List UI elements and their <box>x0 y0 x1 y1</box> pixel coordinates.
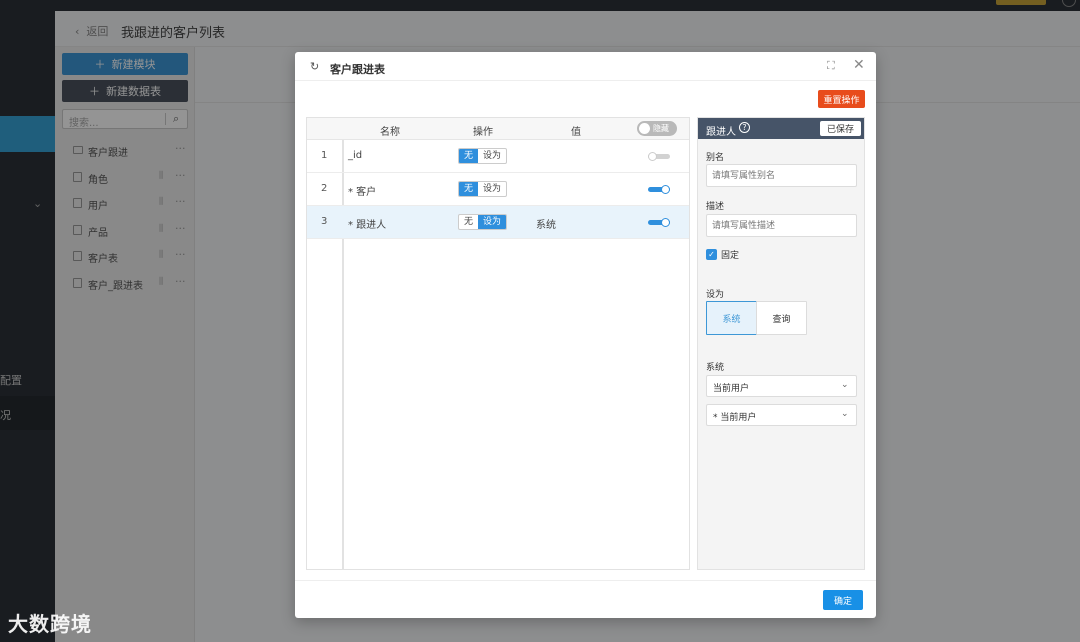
row-index: 3 <box>321 216 328 227</box>
fixed-checkbox-label: 固定 <box>721 251 740 261</box>
column-header-name: 名称 <box>380 127 400 138</box>
row-visibility-toggle[interactable] <box>648 218 670 227</box>
option-set[interactable]: 设为 <box>478 215 507 229</box>
column-header-action: 操作 <box>473 127 493 138</box>
set-as-query-button[interactable]: 查询 <box>756 301 807 335</box>
system-select-value: 当前用户 <box>713 384 750 394</box>
fields-table: 名称 操作 值 隐藏 1 _id 无 设为 2 * 客户 无 设为 3 * 跟进… <box>306 117 690 570</box>
dialog-title: 客户跟进表 <box>330 63 385 76</box>
row-name: * 跟进人 <box>348 220 387 231</box>
toggle-knob <box>648 152 657 161</box>
row-name: _id <box>348 150 363 161</box>
hide-toggle-label: 隐藏 <box>653 124 669 133</box>
refresh-icon[interactable]: ↻ <box>310 60 319 73</box>
action-segmented-control: 无 设为 <box>458 181 508 197</box>
row-visibility-toggle[interactable] <box>648 185 670 194</box>
action-segmented-control: 无 设为 <box>458 148 508 164</box>
system-label: 系统 <box>706 363 725 373</box>
system-value-select[interactable]: * 当前用户 ⌄ <box>706 404 857 426</box>
toggle-knob <box>661 185 670 194</box>
saved-button[interactable]: 已保存 <box>820 121 861 136</box>
table-config-dialog: ↻ 客户跟进表 ⛶ ✕ 重置操作 名称 操作 值 隐藏 1 _id 无 设为 2… <box>295 52 876 618</box>
table-header: 名称 操作 值 隐藏 <box>307 118 689 140</box>
alias-input[interactable] <box>706 164 857 187</box>
reset-operation-button[interactable]: 重置操作 <box>818 90 865 108</box>
property-title: 跟进人 <box>706 127 736 138</box>
help-icon[interactable]: ? <box>739 122 750 133</box>
column-header-value: 值 <box>571 127 581 138</box>
fullscreen-icon[interactable]: ⛶ <box>827 59 835 73</box>
option-none[interactable]: 无 <box>459 149 479 163</box>
row-value: 系统 <box>536 220 556 231</box>
option-none[interactable]: 无 <box>459 182 479 196</box>
action-segmented-control: 无 设为 <box>458 214 508 230</box>
fixed-checkbox[interactable]: ✓ <box>706 249 717 260</box>
description-input[interactable] <box>706 214 857 237</box>
property-panel-header: 跟进人 ? 已保存 <box>698 118 864 139</box>
watermark-logo: 大数跨境 <box>8 612 92 636</box>
close-icon[interactable]: ✕ <box>853 57 865 73</box>
set-as-system-button[interactable]: 系统 <box>706 301 757 335</box>
option-set[interactable]: 设为 <box>478 182 506 196</box>
dialog-header: ↻ 客户跟进表 ⛶ ✕ <box>295 52 876 81</box>
system-select[interactable]: 当前用户 ⌄ <box>706 375 857 397</box>
row-visibility-toggle[interactable] <box>648 152 670 161</box>
alias-label: 别名 <box>706 153 725 163</box>
option-set[interactable]: 设为 <box>478 149 506 163</box>
chevron-down-icon: ⌄ <box>841 380 849 390</box>
set-as-label: 设为 <box>706 290 725 300</box>
table-row[interactable]: 2 * 客户 无 设为 <box>307 173 689 206</box>
table-row-selected[interactable]: 3 * 跟进人 无 设为 系统 <box>307 206 689 239</box>
chevron-down-icon: ⌄ <box>841 409 849 419</box>
system-value-select-value: * 当前用户 <box>713 413 757 423</box>
table-row[interactable]: 1 _id 无 设为 <box>307 140 689 173</box>
footer-divider <box>295 580 876 581</box>
toggle-knob <box>661 218 670 227</box>
row-index: 1 <box>321 150 328 161</box>
option-none[interactable]: 无 <box>459 215 478 229</box>
description-label: 描述 <box>706 202 725 212</box>
row-index: 2 <box>321 183 328 194</box>
property-panel: 跟进人 ? 已保存 别名 描述 ✓ 固定 设为 系统 查询 系统 当前用户 ⌄ … <box>697 117 865 570</box>
toggle-knob <box>639 123 650 134</box>
row-name: * 客户 <box>348 187 377 198</box>
confirm-button[interactable]: 确定 <box>823 590 863 610</box>
hide-toggle[interactable]: 隐藏 <box>637 121 677 136</box>
